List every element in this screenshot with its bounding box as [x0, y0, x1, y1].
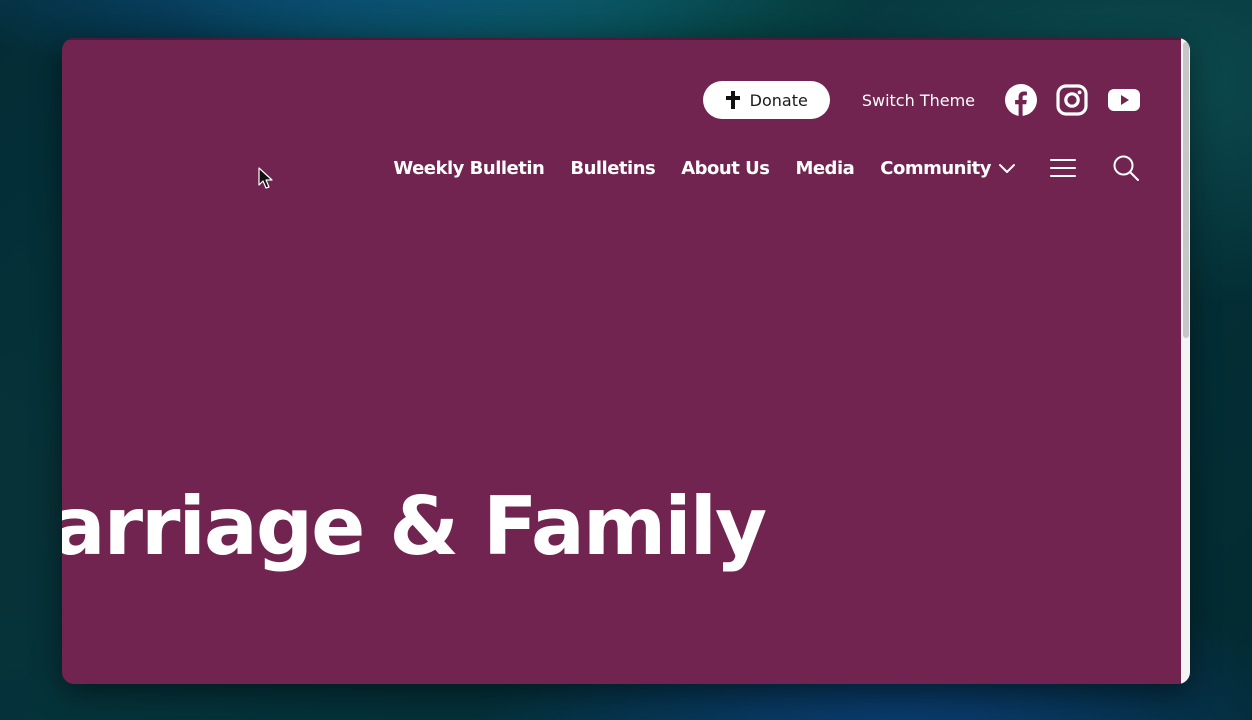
youtube-icon [1108, 89, 1140, 111]
youtube-link[interactable] [1108, 88, 1140, 112]
instagram-link[interactable] [1056, 84, 1088, 116]
donate-label: Donate [749, 90, 808, 110]
hero-title: Marriage & Family [62, 480, 767, 573]
donate-button[interactable]: Donate [702, 81, 830, 119]
nav-item-bulletins[interactable]: Bulletins [570, 158, 655, 179]
cross-icon [725, 91, 740, 109]
facebook-icon [1005, 84, 1037, 116]
mouse-cursor-icon [258, 167, 273, 189]
instagram-icon [1056, 84, 1088, 116]
nav-item-about-us[interactable]: About Us [681, 158, 770, 179]
search-icon [1113, 155, 1139, 181]
facebook-link[interactable] [1005, 84, 1037, 116]
switch-theme-link[interactable]: Switch Theme [862, 91, 975, 110]
main-navigation: Weekly Bulletin Bulletins About Us Media… [393, 150, 1140, 186]
hamburger-menu-icon [1050, 159, 1076, 177]
scrollbar[interactable] [1181, 38, 1190, 684]
nav-item-media[interactable]: Media [795, 158, 854, 179]
window-top-edge [62, 38, 1190, 40]
nav-item-community[interactable]: Community [880, 158, 1016, 179]
nav-community-label: Community [880, 157, 991, 179]
utility-bar: Donate Switch Theme [702, 81, 1140, 119]
scrollbar-thumb[interactable] [1183, 42, 1189, 338]
browser-window: Donate Switch Theme Weekly Bulletin Bull [62, 38, 1190, 684]
search-button[interactable] [1112, 154, 1140, 182]
menu-button[interactable] [1050, 157, 1076, 179]
nav-item-weekly-bulletin[interactable]: Weekly Bulletin [393, 158, 544, 179]
chevron-down-icon [999, 164, 1015, 173]
